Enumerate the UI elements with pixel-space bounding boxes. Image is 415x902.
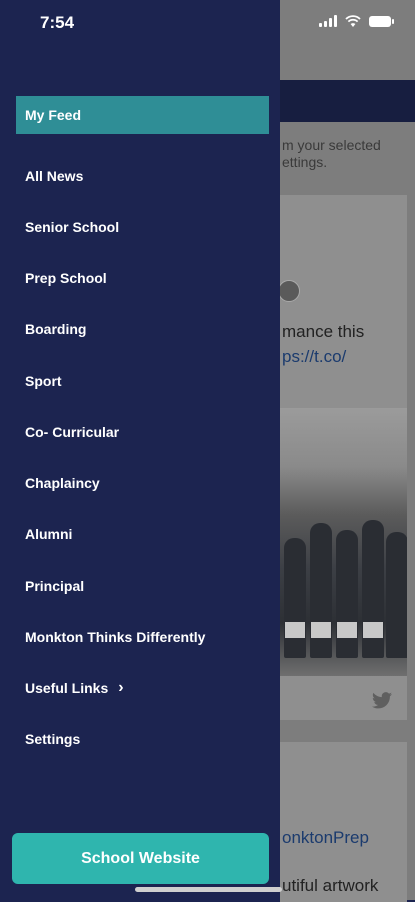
background-header (280, 80, 415, 122)
menu-item-prep-school[interactable]: Prep School (16, 259, 269, 297)
battery-icon (369, 15, 394, 27)
wifi-icon (345, 15, 361, 27)
home-indicator[interactable] (135, 887, 282, 892)
tweet-text: mance this (282, 322, 365, 341)
twitter-icon (372, 692, 392, 714)
background-notice-text: m your selected ettings. (282, 137, 381, 170)
menu-item-label: Alumni (25, 526, 73, 542)
menu-item-label: Settings (25, 731, 81, 747)
menu-item-chaplaincy[interactable]: Chaplaincy (16, 464, 269, 502)
tweet-avatar (278, 280, 300, 302)
navigation-drawer: My Feed All News Senior School Prep Scho… (0, 0, 280, 900)
menu-item-label: Senior School (25, 219, 120, 235)
menu-item-all-news[interactable]: All News (16, 157, 269, 195)
menu-item-label: Prep School (25, 270, 107, 286)
menu-item-boarding[interactable]: Boarding (16, 310, 269, 348)
menu-item-label: Sport (25, 373, 62, 389)
menu-item-senior-school[interactable]: Senior School (16, 208, 269, 246)
menu-item-label: Chaplaincy (25, 475, 100, 491)
status-time: 7:54 (40, 13, 75, 32)
chevron-right-icon: › (118, 679, 124, 696)
status-icons (319, 15, 394, 27)
menu-item-label: Co- Curricular (25, 424, 120, 440)
school-website-button[interactable]: School Website (12, 833, 269, 884)
tweet-link: ps://t.co/ (282, 347, 347, 366)
menu-item-my-feed[interactable]: My Feed (16, 96, 269, 134)
menu-item-label: Boarding (25, 321, 87, 337)
tweet-2-text: utiful artwork (282, 876, 379, 895)
menu-item-label: My Feed (25, 107, 82, 123)
menu-item-alumni[interactable]: Alumni (16, 515, 269, 553)
status-bar: 7:54 (0, 0, 415, 44)
menu-item-label: All News (25, 168, 84, 184)
tweet-photo (280, 408, 407, 676)
menu-item-co-curricular[interactable]: Co- Curricular (16, 413, 269, 451)
menu-item-principal[interactable]: Principal (16, 567, 269, 605)
menu-item-useful-links[interactable]: Useful Links › (16, 669, 269, 707)
menu-item-label: Useful Links (25, 680, 109, 696)
menu-item-sport[interactable]: Sport (16, 362, 269, 400)
menu-item-monkton-thinks-differently[interactable]: Monkton Thinks Differently (16, 618, 269, 656)
tweet-2-link: onktonPrep (282, 828, 369, 847)
menu-item-label: Monkton Thinks Differently (25, 629, 206, 645)
menu-item-label: Principal (25, 578, 85, 594)
cellular-signal-icon (319, 15, 337, 27)
menu-item-settings[interactable]: Settings (16, 720, 269, 758)
